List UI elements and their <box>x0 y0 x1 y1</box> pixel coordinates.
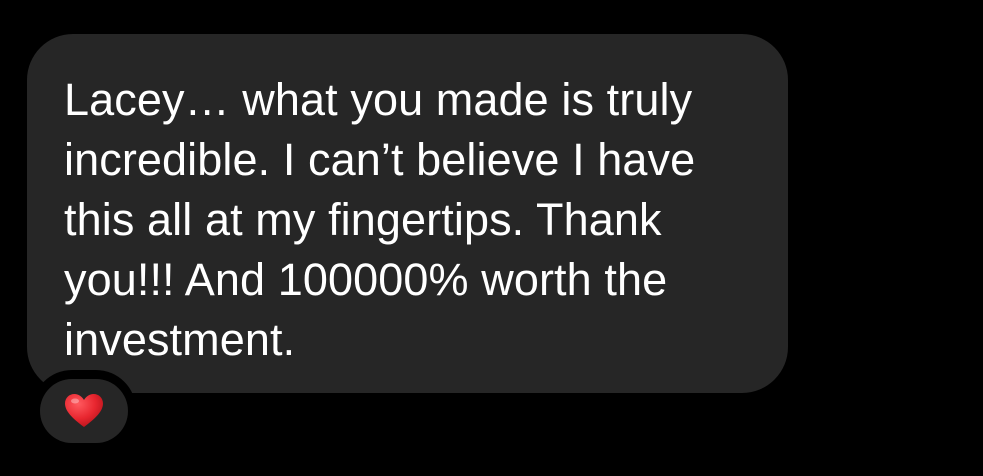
received-message-bubble[interactable]: Lacey… what you made is truly incredible… <box>27 34 788 393</box>
message-thread: Lacey… what you made is truly incredible… <box>0 0 983 476</box>
reaction-badge[interactable] <box>40 379 128 443</box>
red-heart-icon <box>65 394 103 427</box>
message-text: Lacey… what you made is truly incredible… <box>64 74 696 365</box>
